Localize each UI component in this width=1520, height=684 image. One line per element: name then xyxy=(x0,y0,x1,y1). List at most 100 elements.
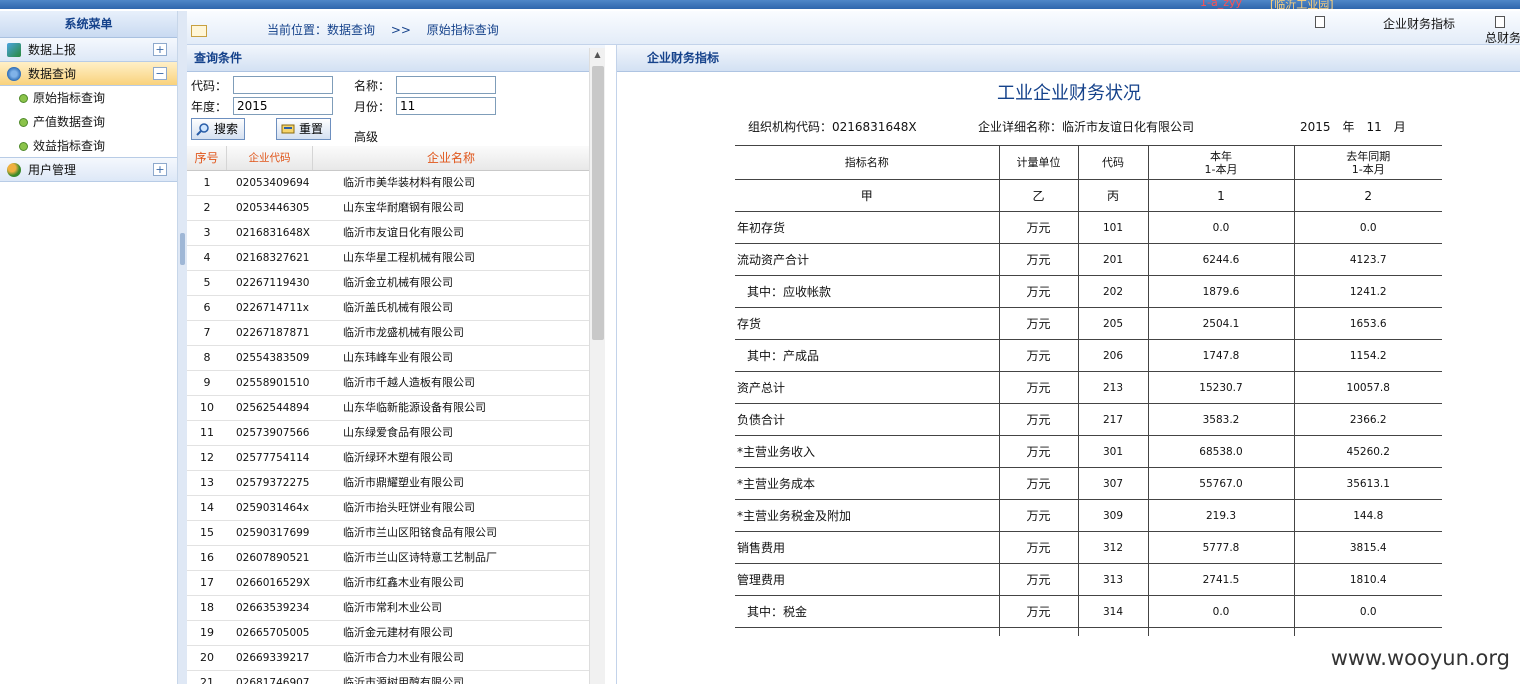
month-input[interactable] xyxy=(396,97,496,115)
this-year-value: 15230.7 xyxy=(1147,371,1294,404)
table-row[interactable]: 20 02669339217 临沂市合力木业有限公司 xyxy=(187,646,589,671)
reset-button[interactable]: 重置 xyxy=(276,118,331,140)
sidebar-group-data-query[interactable]: 数据查询 − xyxy=(0,62,177,86)
table-row[interactable]: 21 02681746907 临沂市源树用醇有限公司 xyxy=(187,671,589,684)
indicator-code: 314 xyxy=(1077,595,1148,628)
table-row[interactable]: 9 02558901510 临沂市千越人造板有限公司 xyxy=(187,371,589,396)
indicator-code: 206 xyxy=(1077,339,1148,372)
row-company-name: 临沂市兰山区阳铭食品有限公司 xyxy=(343,526,497,539)
last-year-value: 45260.2 xyxy=(1293,435,1442,468)
row-index: 20 xyxy=(200,651,214,664)
expand-icon[interactable]: + xyxy=(153,43,167,56)
indicator-name: 其中：税金 xyxy=(735,595,999,628)
table-row[interactable]: 14 0259031464x 临沂市抬头旺饼业有限公司 xyxy=(187,496,589,521)
org-code: 组织机构代码：0216831648X xyxy=(748,120,917,134)
table-row[interactable]: 1 02053409694 临沂市美华装材料有限公司 xyxy=(187,171,589,196)
indicator-code: 313 xyxy=(1077,563,1148,596)
document-icon[interactable] xyxy=(1495,16,1505,28)
header-index[interactable]: 序号 xyxy=(187,146,227,170)
indicator-code: 213 xyxy=(1077,371,1148,404)
user-label: 1-a_zyy xyxy=(1200,0,1243,9)
table-row[interactable]: 4 02168327621 山东华星工程机械有限公司 xyxy=(187,246,589,271)
row-company-name: 临沂市合力木业有限公司 xyxy=(343,651,464,664)
search-icon xyxy=(196,122,210,136)
total-finance-link[interactable]: 总财务 xyxy=(1485,29,1520,46)
scroll-thumb[interactable] xyxy=(592,66,604,340)
finance-row: 负债合计 万元 217 3583.2 2366.2 xyxy=(735,403,1442,436)
advanced-link[interactable]: 高级 xyxy=(354,128,378,145)
report-period: 2015 年 11 月 xyxy=(1300,120,1406,134)
search-button[interactable]: 搜索 xyxy=(191,118,245,140)
finance-row: 其中：税金 万元 314 0.0 0.0 xyxy=(735,595,1442,628)
breadcrumb-prefix: 当前位置：数据查询 xyxy=(267,23,376,37)
enterprise-finance-link[interactable]: 企业财务指标 xyxy=(1383,15,1455,32)
sidebar-item-benefit-indicator-query[interactable]: 效益指标查询 xyxy=(0,134,177,158)
last-year-value: 3815.4 xyxy=(1293,531,1442,564)
table-row[interactable]: 15 02590317699 临沂市兰山区阳铭食品有限公司 xyxy=(187,521,589,546)
indicator-unit: 万元 xyxy=(998,499,1078,532)
document-icon[interactable] xyxy=(1315,16,1325,28)
table-row[interactable]: 16 02607890521 临沂市兰山区诗特意工艺制品厂 xyxy=(187,546,589,571)
table-row[interactable]: 7 02267187871 临沂市龙盛机械有限公司 xyxy=(187,321,589,346)
scroll-up-icon[interactable]: ▲ xyxy=(590,48,605,62)
expand-icon[interactable]: + xyxy=(153,163,167,176)
year-input[interactable] xyxy=(233,97,333,115)
collapse-handle[interactable] xyxy=(180,233,185,265)
header-name[interactable]: 企业名称 xyxy=(313,146,589,170)
sidebar-group-data-report[interactable]: 数据上报 + xyxy=(0,38,177,62)
report-title: 工业企业财务状况 xyxy=(997,83,1141,104)
table-row[interactable]: 18 02663539234 临沂市常利木业公司 xyxy=(187,596,589,621)
sidebar-item-label: 效益指标查询 xyxy=(33,139,106,153)
code-yi: 乙 xyxy=(998,179,1078,212)
sidebar-group-label: 数据上报 xyxy=(28,43,77,57)
table-row[interactable]: 2 02053446305 山东宝华耐磨钢有限公司 xyxy=(187,196,589,221)
grid-scrollbar[interactable]: ▲ xyxy=(589,48,605,684)
table-row[interactable]: 13 02579372275 临沂市鼎耀塑业有限公司 xyxy=(187,471,589,496)
this-year-value: 5777.8 xyxy=(1147,531,1294,564)
table-row[interactable]: 12 02577754114 临沂绿环木塑有限公司 xyxy=(187,446,589,471)
table-row[interactable]: 17 0266016529X 临沂市红鑫木业有限公司 xyxy=(187,571,589,596)
last-year-value: 1653.6 xyxy=(1293,307,1442,340)
col-indicator-name: 指标名称 xyxy=(735,145,999,180)
code-input[interactable] xyxy=(233,76,333,94)
row-company-code: 02168327621 xyxy=(236,252,310,264)
finance-row: 存货 万元 205 2504.1 1653.6 xyxy=(735,307,1442,340)
sidebar-group-user-management[interactable]: 用户管理 + xyxy=(0,158,177,182)
indicator-name: *主营业务收入 xyxy=(735,435,999,468)
indicator-name: 其中：应收帐款 xyxy=(735,275,999,308)
sidebar-item-raw-indicator-query[interactable]: 原始指标查询 xyxy=(0,86,177,110)
table-row[interactable]: 10 02562544894 山东华临新能源设备有限公司 xyxy=(187,396,589,421)
header-code[interactable]: 企业代码 xyxy=(227,146,313,170)
breadcrumb: 当前位置：数据查询 >> 原始指标查询 xyxy=(267,21,511,38)
collapse-icon[interactable]: − xyxy=(153,67,167,80)
indicator-unit: 万元 xyxy=(998,371,1078,404)
row-index: 1 xyxy=(203,176,211,189)
row-company-code: 02267119430 xyxy=(236,277,310,289)
row-company-code: 02562544894 xyxy=(236,402,310,414)
indicator-name: 管理费用 xyxy=(735,563,999,596)
name-input[interactable] xyxy=(396,76,496,94)
table-row[interactable]: 6 0226714711x 临沂盖氏机械有限公司 xyxy=(187,296,589,321)
last-year-value: 0.0 xyxy=(1293,595,1442,628)
this-year-value: 68538.0 xyxy=(1147,435,1294,468)
code-2: 2 xyxy=(1293,179,1442,212)
sidebar-splitter[interactable] xyxy=(178,11,187,684)
indicator-name: *主营业务成本 xyxy=(735,467,999,500)
row-index: 18 xyxy=(200,601,214,614)
table-row[interactable]: 11 02573907566 山东绿爱食品有限公司 xyxy=(187,421,589,446)
row-index: 3 xyxy=(203,226,211,239)
row-company-name: 临沂市红鑫木业有限公司 xyxy=(343,576,464,589)
month-label: 月份： xyxy=(354,100,391,114)
top-banner: 1-a_zyy [临沂工业园] xyxy=(0,0,1520,9)
table-row[interactable]: 19 02665705005 临沂金元建材有限公司 xyxy=(187,621,589,646)
col-last-year: 去年同期 1-本月 xyxy=(1293,145,1442,180)
table-row[interactable]: 8 02554383509 山东玮峰车业有限公司 xyxy=(187,346,589,371)
indicator-unit: 万元 xyxy=(998,243,1078,276)
table-row[interactable]: 5 02267119430 临沂金立机械有限公司 xyxy=(187,271,589,296)
this-year-value: 0.0 xyxy=(1147,595,1294,628)
indicator-unit: 万元 xyxy=(998,403,1078,436)
indicator-name: 负债合计 xyxy=(735,403,999,436)
row-company-code: 02558901510 xyxy=(236,377,310,389)
sidebar-item-output-value-query[interactable]: 产值数据查询 xyxy=(0,110,177,134)
table-row[interactable]: 3 0216831648X 临沂市友谊日化有限公司 xyxy=(187,221,589,246)
